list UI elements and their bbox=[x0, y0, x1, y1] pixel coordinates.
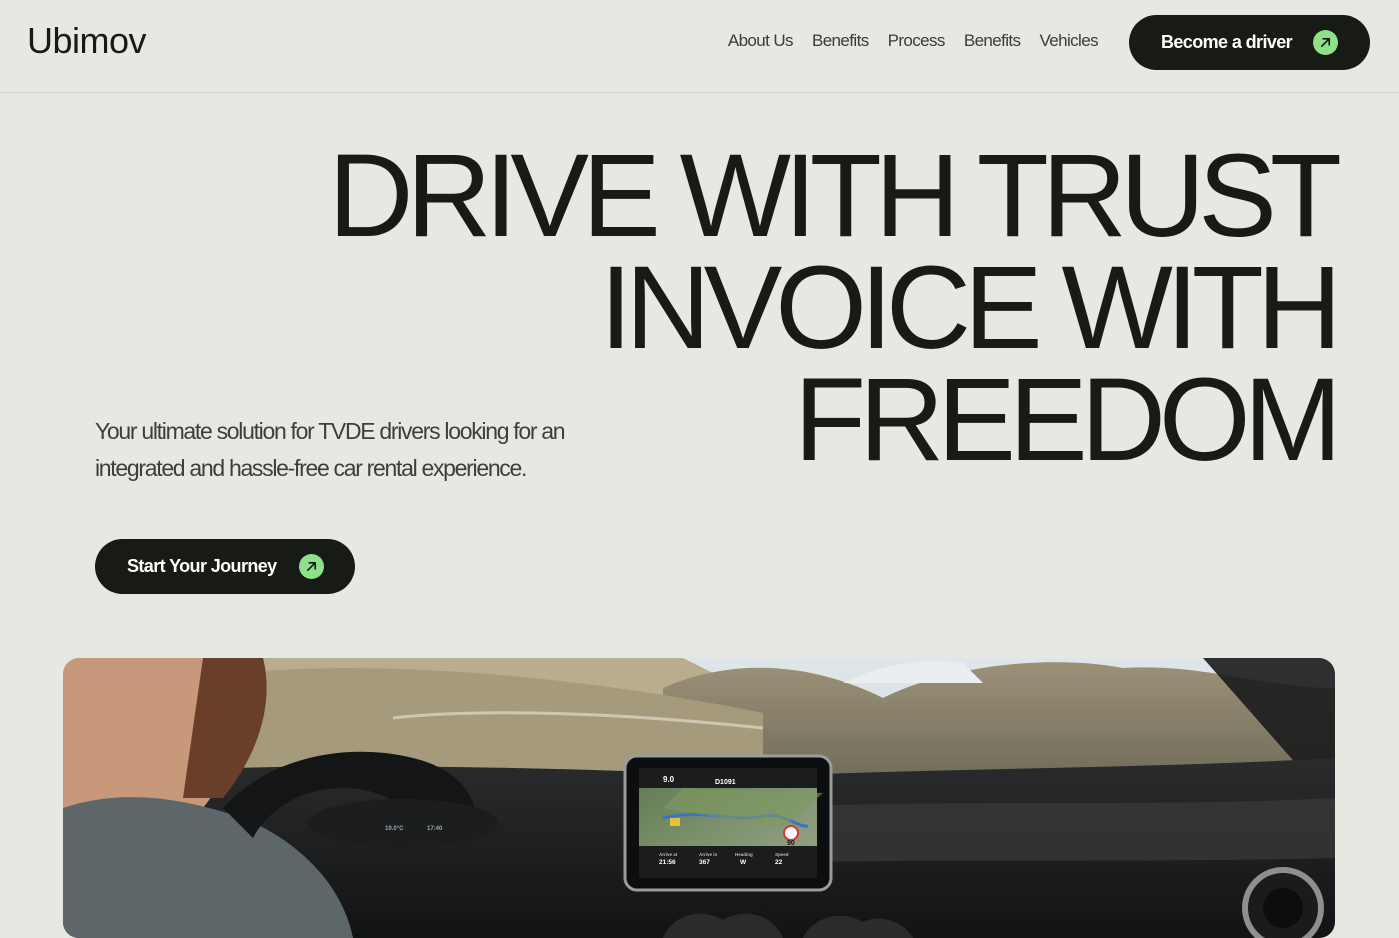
hero-headline-line-1: DRIVE WITH TRUST bbox=[328, 130, 1342, 262]
brand-logo[interactable]: Ubimov bbox=[27, 20, 147, 62]
car-interior-illustration: 9.0 D1091 90 Arrive at 21:56 Arrive in 3… bbox=[63, 658, 1335, 938]
start-journey-label: Start Your Journey bbox=[127, 556, 277, 576]
gps-stat-value-1: 21:56 bbox=[659, 859, 676, 866]
main-menu: About Us Benefits Process Benefits Vehic… bbox=[728, 31, 1099, 51]
hero-subtitle: Your ultimate solution for TVDE drivers … bbox=[95, 418, 566, 481]
cluster-temperature: 19.0°C bbox=[385, 826, 404, 832]
top-navigation: Ubimov About Us Benefits Process Benefit… bbox=[0, 0, 1399, 93]
gps-stat-value-4: 22 bbox=[775, 859, 783, 866]
start-journey-button[interactable]: Start Your Journey bbox=[95, 539, 355, 594]
nav-link-benefits[interactable]: Benefits bbox=[812, 31, 869, 51]
gps-speed-limit: 90 bbox=[787, 840, 795, 847]
arrow-up-right-icon bbox=[299, 554, 324, 579]
nav-link-process[interactable]: Process bbox=[888, 31, 946, 51]
gps-stat-value-3: W bbox=[740, 859, 747, 866]
become-driver-button[interactable]: Become a driver bbox=[1129, 15, 1370, 70]
arrow-up-right-icon bbox=[1313, 30, 1338, 55]
gps-road: D1091 bbox=[715, 779, 736, 786]
hero-photo: 9.0 D1091 90 Arrive at 21:56 Arrive in 3… bbox=[63, 658, 1335, 938]
gps-distance: 9.0 bbox=[663, 775, 675, 784]
gps-stat-label-2: Arrive in bbox=[699, 852, 718, 857]
nav-link-benefits-2[interactable]: Benefits bbox=[964, 31, 1021, 51]
become-driver-label: Become a driver bbox=[1161, 32, 1293, 52]
gps-stat-label-4: Speed bbox=[775, 852, 789, 857]
gps-stat-label-3: Heading bbox=[735, 852, 753, 857]
gps-stat-value-2: 367 bbox=[699, 859, 710, 866]
nav-link-vehicles[interactable]: Vehicles bbox=[1039, 31, 1098, 51]
nav-link-about-us[interactable]: About Us bbox=[728, 31, 794, 51]
gps-stat-label-1: Arrive at bbox=[659, 852, 678, 857]
cluster-time: 17:40 bbox=[427, 826, 443, 832]
